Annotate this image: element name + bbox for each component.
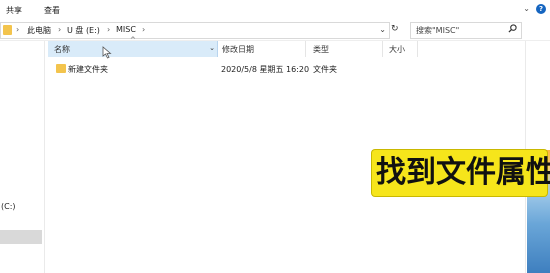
caption-text: 找到文件属性: [376, 155, 550, 190]
sort-ascending-icon: ^: [130, 36, 136, 44]
address-row: › 此电脑 › U 盘 (E:) › MISC › ⌄ ↻ 搜索"MISC": [0, 20, 550, 41]
search-icon[interactable]: [508, 24, 517, 36]
breadcrumb-misc[interactable]: MISC: [116, 25, 136, 34]
tab-share[interactable]: 共享: [6, 5, 22, 16]
mouse-cursor-icon: [102, 46, 112, 62]
search-placeholder: 搜索"MISC": [416, 26, 460, 35]
tab-view[interactable]: 查看: [44, 5, 60, 16]
file-modified-date: 2020/5/8 星期五 16:20: [221, 65, 310, 74]
column-divider[interactable]: [305, 41, 306, 57]
column-divider[interactable]: [417, 41, 418, 57]
address-dropdown-icon[interactable]: ⌄: [379, 25, 386, 34]
column-filter-dropdown-icon[interactable]: ⌄: [209, 44, 215, 52]
address-bar[interactable]: › 此电脑 › U 盘 (E:) › MISC › ⌄: [0, 22, 390, 39]
folder-icon: [3, 25, 12, 35]
file-name[interactable]: 新建文件夹: [68, 64, 108, 75]
breadcrumb-this-pc[interactable]: 此电脑: [27, 25, 51, 36]
file-type: 文件夹: [313, 65, 337, 74]
folder-icon: [56, 64, 66, 73]
refresh-icon[interactable]: ↻: [391, 24, 399, 34]
column-divider[interactable]: [382, 41, 383, 57]
breadcrumb-separator[interactable]: ›: [142, 25, 145, 34]
ribbon: 共享 查看 ⌄ ?: [0, 0, 550, 19]
search-input[interactable]: 搜索"MISC": [410, 22, 522, 39]
nav-item-c-drive[interactable]: (C:): [1, 202, 16, 211]
breadcrumb-separator[interactable]: ›: [58, 25, 61, 34]
column-header-size[interactable]: 大小: [389, 44, 405, 55]
breadcrumb-separator[interactable]: ›: [16, 25, 19, 34]
help-icon[interactable]: ?: [536, 4, 546, 14]
navigation-pane: (C:): [0, 41, 45, 273]
column-header-date[interactable]: 修改日期: [222, 44, 254, 55]
table-row[interactable]: 新建文件夹 2020/5/8 星期五 16:20 文件夹: [45, 61, 525, 76]
column-name-label: 名称: [54, 45, 70, 54]
column-header-name[interactable]: 名称 ^ ⌄: [48, 36, 218, 57]
collapse-ribbon-icon[interactable]: ⌄: [523, 4, 530, 13]
nav-item-selected[interactable]: [0, 230, 42, 244]
column-header-type[interactable]: 类型: [313, 44, 329, 55]
breadcrumb-usb-drive[interactable]: U 盘 (E:): [67, 25, 100, 36]
video-caption: 找到文件属性: [372, 150, 550, 196]
breadcrumb-separator[interactable]: ›: [107, 25, 110, 34]
column-headers: 名称 ^ ⌄ 修改日期 类型 大小: [45, 36, 525, 57]
